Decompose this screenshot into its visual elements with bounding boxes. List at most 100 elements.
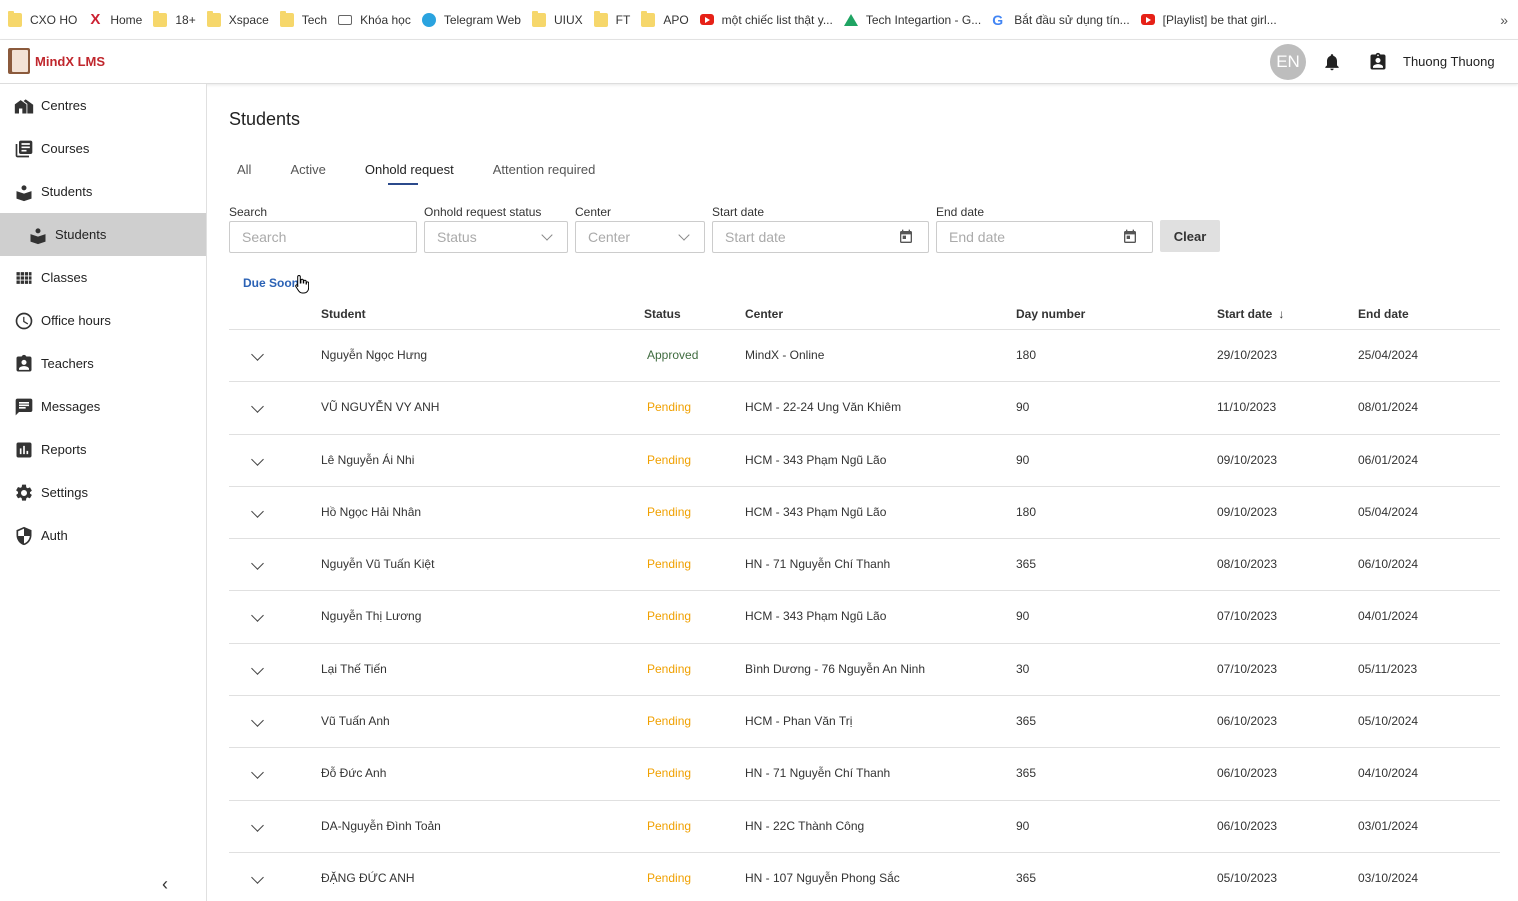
- cell-end-date: 04/01/2024: [1358, 609, 1419, 624]
- table-row[interactable]: Hồ Ngọc Hải Nhân Pending HCM - 343 Phạm Ng…: [229, 487, 1500, 540]
- calendar-icon[interactable]: [1122, 229, 1138, 245]
- cell-status: Pending: [647, 818, 692, 833]
- table-row[interactable]: Nguyễn Thị Lương Pending HCM - 343 Phạm Ng…: [229, 591, 1500, 644]
- sidebar-item-classes[interactable]: Classes: [0, 256, 206, 299]
- sidebar-subitem-students[interactable]: Students: [0, 213, 206, 256]
- table-row[interactable]: Lê Nguyễn Ái Nhi Pending HCM - 343 Phạm Ng…: [229, 435, 1500, 487]
- table-row[interactable]: Nguyễn Ngọc Hưng Approved MindX - Online 18…: [229, 330, 1500, 383]
- tab-attention-required[interactable]: Attention required: [485, 160, 604, 185]
- bookmark-label: Khóa học: [360, 12, 411, 27]
- sidebar-item-students[interactable]: Students: [0, 170, 206, 213]
- chevron-down-icon[interactable]: [251, 818, 264, 832]
- cell-end-date: 03/01/2024: [1358, 818, 1419, 833]
- table-row[interactable]: DA-Nguyễn Đình Toản Pending HN - 22C Thành…: [229, 801, 1500, 853]
- bookmark-18plus[interactable]: 18+: [151, 0, 204, 40]
- search-input[interactable]: Search: [229, 221, 417, 253]
- end-date-input[interactable]: End date: [936, 221, 1153, 253]
- cell-status: Pending: [647, 609, 692, 624]
- cell-day-number: 365: [1016, 714, 1037, 729]
- cell-start-date: 08/10/2023: [1217, 557, 1278, 572]
- sidebar-item-teachers[interactable]: Teachers: [0, 342, 206, 385]
- bookmark-apo[interactable]: APO: [639, 0, 697, 40]
- cell-day-number: 365: [1016, 557, 1037, 572]
- cell-end-date: 04/10/2024: [1358, 766, 1419, 781]
- bookmark-youtube-list[interactable]: một chiếc list thật y...: [698, 0, 842, 40]
- folder-icon: [153, 10, 168, 27]
- bookmark-telegram[interactable]: Telegram Web: [420, 0, 530, 40]
- tab-onhold-request[interactable]: Onhold request: [357, 160, 462, 185]
- clear-button[interactable]: Clear: [1160, 220, 1220, 252]
- bookmark-tech-integration[interactable]: Tech Integartion - G...: [842, 0, 990, 40]
- chevron-down-icon[interactable]: [251, 871, 264, 884]
- cell-start-date: 07/10/2023: [1217, 661, 1278, 676]
- chevron-down-icon[interactable]: [251, 609, 264, 623]
- table-row[interactable]: Lại Thế Tiến Pending Bình Dương - 76 Nguyễ…: [229, 644, 1500, 697]
- bookmark-label: APO: [663, 12, 689, 27]
- status-select[interactable]: Status: [424, 221, 568, 253]
- sidebar-item-centres[interactable]: Centres: [0, 84, 206, 127]
- clock-icon: [15, 312, 33, 329]
- sidebar-item-label: Reports: [41, 442, 87, 457]
- sidebar-item-label: Classes: [41, 270, 88, 285]
- bookmark-home[interactable]: X Home: [86, 0, 151, 40]
- tab-active[interactable]: Active: [282, 160, 333, 185]
- cell-start-date: 06/10/2023: [1217, 818, 1278, 833]
- column-start-date[interactable]: Start date ↓: [1217, 307, 1284, 321]
- calendar-icon[interactable]: [898, 229, 914, 245]
- bookmark-xspace[interactable]: Xspace: [205, 0, 278, 40]
- app-logo[interactable]: MindX LMS: [8, 48, 105, 74]
- sidebar-item-auth[interactable]: Auth: [0, 514, 206, 557]
- youtube-icon: [1140, 14, 1155, 25]
- cell-center: HCM - Phan Văn Trị: [745, 714, 853, 729]
- chevron-down-icon[interactable]: [251, 714, 264, 727]
- bookmark-label: CXO HO: [30, 12, 78, 27]
- table-row[interactable]: Vũ Tuấn Anh Pending HCM - Phan Văn Trị 365 0…: [229, 696, 1500, 749]
- user-name[interactable]: Thuong Thuong: [1403, 54, 1495, 69]
- chevron-down-icon[interactable]: [251, 400, 264, 414]
- tab-all[interactable]: All: [229, 160, 259, 185]
- chevron-down-icon[interactable]: [251, 452, 264, 466]
- center-label: Center: [575, 205, 612, 219]
- account-badge-icon[interactable]: [1368, 52, 1388, 72]
- sidebar-item-messages[interactable]: Messages: [0, 385, 206, 428]
- chevron-down-icon[interactable]: [251, 505, 264, 518]
- sidebar: Centres Courses Students Students Classe…: [0, 84, 207, 901]
- bookmark-label: Home: [110, 12, 143, 27]
- cell-end-date: 06/10/2024: [1358, 557, 1419, 572]
- bookmark-playlist[interactable]: [Playlist] be that girl...: [1139, 0, 1286, 40]
- sidebar-item-reports[interactable]: Reports: [0, 428, 206, 471]
- sidebar-item-office-hours[interactable]: Office hours: [0, 299, 206, 342]
- bookmark-google[interactable]: G Bắt đầu sử dụng tín...: [990, 0, 1138, 40]
- chevron-down-icon[interactable]: [251, 348, 264, 361]
- cell-start-date: 09/10/2023: [1217, 452, 1278, 467]
- students-icon: [16, 184, 32, 201]
- due-soon-link[interactable]: Due Soon: [243, 276, 299, 290]
- bookmark-uiux[interactable]: UIUX: [530, 0, 592, 40]
- sidebar-item-settings[interactable]: Settings: [0, 471, 206, 514]
- bookmark-ft[interactable]: FT: [592, 0, 640, 40]
- bookmark-cxo-ho[interactable]: CXO HO: [6, 0, 86, 40]
- start-date-input[interactable]: Start date: [712, 221, 929, 253]
- center-select[interactable]: Center: [575, 221, 705, 253]
- table-row[interactable]: VŨ NGUYỄN VY ANH Pending HCM - 22-24 Ung V…: [229, 382, 1500, 435]
- students-table: Student Status Center Day number Start d…: [229, 300, 1500, 901]
- collapse-sidebar-button[interactable]: ‹: [162, 874, 168, 895]
- chevron-down-icon[interactable]: [251, 557, 264, 571]
- table-row[interactable]: ĐẶNG ĐỨC ANH Pending HN - 107 Nguyễn Phong…: [229, 853, 1500, 901]
- cell-day-number: 90: [1016, 609, 1030, 624]
- chevron-down-icon[interactable]: [251, 766, 264, 780]
- column-status: Status: [644, 307, 681, 321]
- cell-student: Lại Thế Tiến: [321, 661, 387, 676]
- bookmarks-more-button[interactable]: »: [1500, 12, 1508, 28]
- table-row[interactable]: Đỗ Đức Anh Pending HN - 71 Nguyễn Chí Than…: [229, 748, 1500, 801]
- bookmark-tech[interactable]: Tech: [278, 0, 336, 40]
- language-button[interactable]: EN: [1270, 44, 1306, 80]
- chevron-down-icon[interactable]: [251, 661, 264, 675]
- google-icon: G: [992, 11, 1004, 28]
- bookmark-label: FT: [615, 12, 631, 27]
- bookmark-khoa-hoc[interactable]: Khóa học: [336, 0, 420, 40]
- table-row[interactable]: Nguyễn Vũ Tuấn Kiệt Pending HN - 71 Nguyễn…: [229, 539, 1500, 592]
- sidebar-item-courses[interactable]: Courses: [0, 127, 206, 170]
- sort-down-icon[interactable]: ↓: [1278, 307, 1284, 321]
- bell-icon[interactable]: [1322, 52, 1342, 72]
